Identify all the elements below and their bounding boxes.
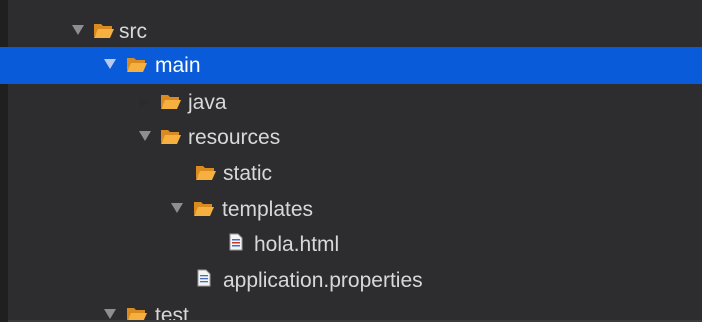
- folder-open-icon: [194, 202, 214, 216]
- tree-item-label: resources: [188, 126, 281, 149]
- expand-arrow-icon[interactable]: [104, 59, 116, 69]
- tree-item-src[interactable]: src: [0, 13, 702, 50]
- html-file-icon: [229, 233, 243, 251]
- tree-item-label: application.properties: [223, 269, 423, 292]
- folder-open-icon: [196, 166, 216, 180]
- tree-item-label: src: [119, 20, 147, 43]
- folder-open-icon: [161, 130, 181, 144]
- expand-arrow-icon[interactable]: [104, 309, 116, 319]
- folder-open-icon: [94, 24, 114, 38]
- collapse-arrow-icon[interactable]: [139, 96, 149, 108]
- text-file-icon: [197, 269, 211, 287]
- tree-item-label: hola.html: [254, 233, 340, 256]
- tree-item-test[interactable]: test: [0, 297, 702, 322]
- tree-item-label: java: [188, 91, 227, 114]
- tree-item-label: main: [155, 54, 201, 77]
- expand-arrow-icon[interactable]: [139, 131, 151, 141]
- expand-arrow-icon[interactable]: [72, 25, 84, 35]
- tree-item-resources[interactable]: resources: [0, 119, 702, 156]
- folder-open-icon: [127, 58, 147, 72]
- tree-item-application-properties[interactable]: application.properties: [0, 262, 702, 299]
- tree-item-label: templates: [222, 198, 314, 221]
- tree-item-hola-html[interactable]: hola.html: [0, 226, 702, 263]
- tree-item-templates[interactable]: templates: [0, 191, 702, 228]
- tree-item-label: static: [223, 162, 273, 185]
- tree-item-main[interactable]: main: [0, 47, 702, 84]
- folder-open-icon: [161, 95, 181, 109]
- tree-item-static[interactable]: static: [0, 155, 702, 192]
- tree-item-java[interactable]: java: [0, 84, 702, 121]
- project-explorer-tree: src main java resources static templates…: [0, 0, 702, 322]
- expand-arrow-icon[interactable]: [171, 203, 183, 213]
